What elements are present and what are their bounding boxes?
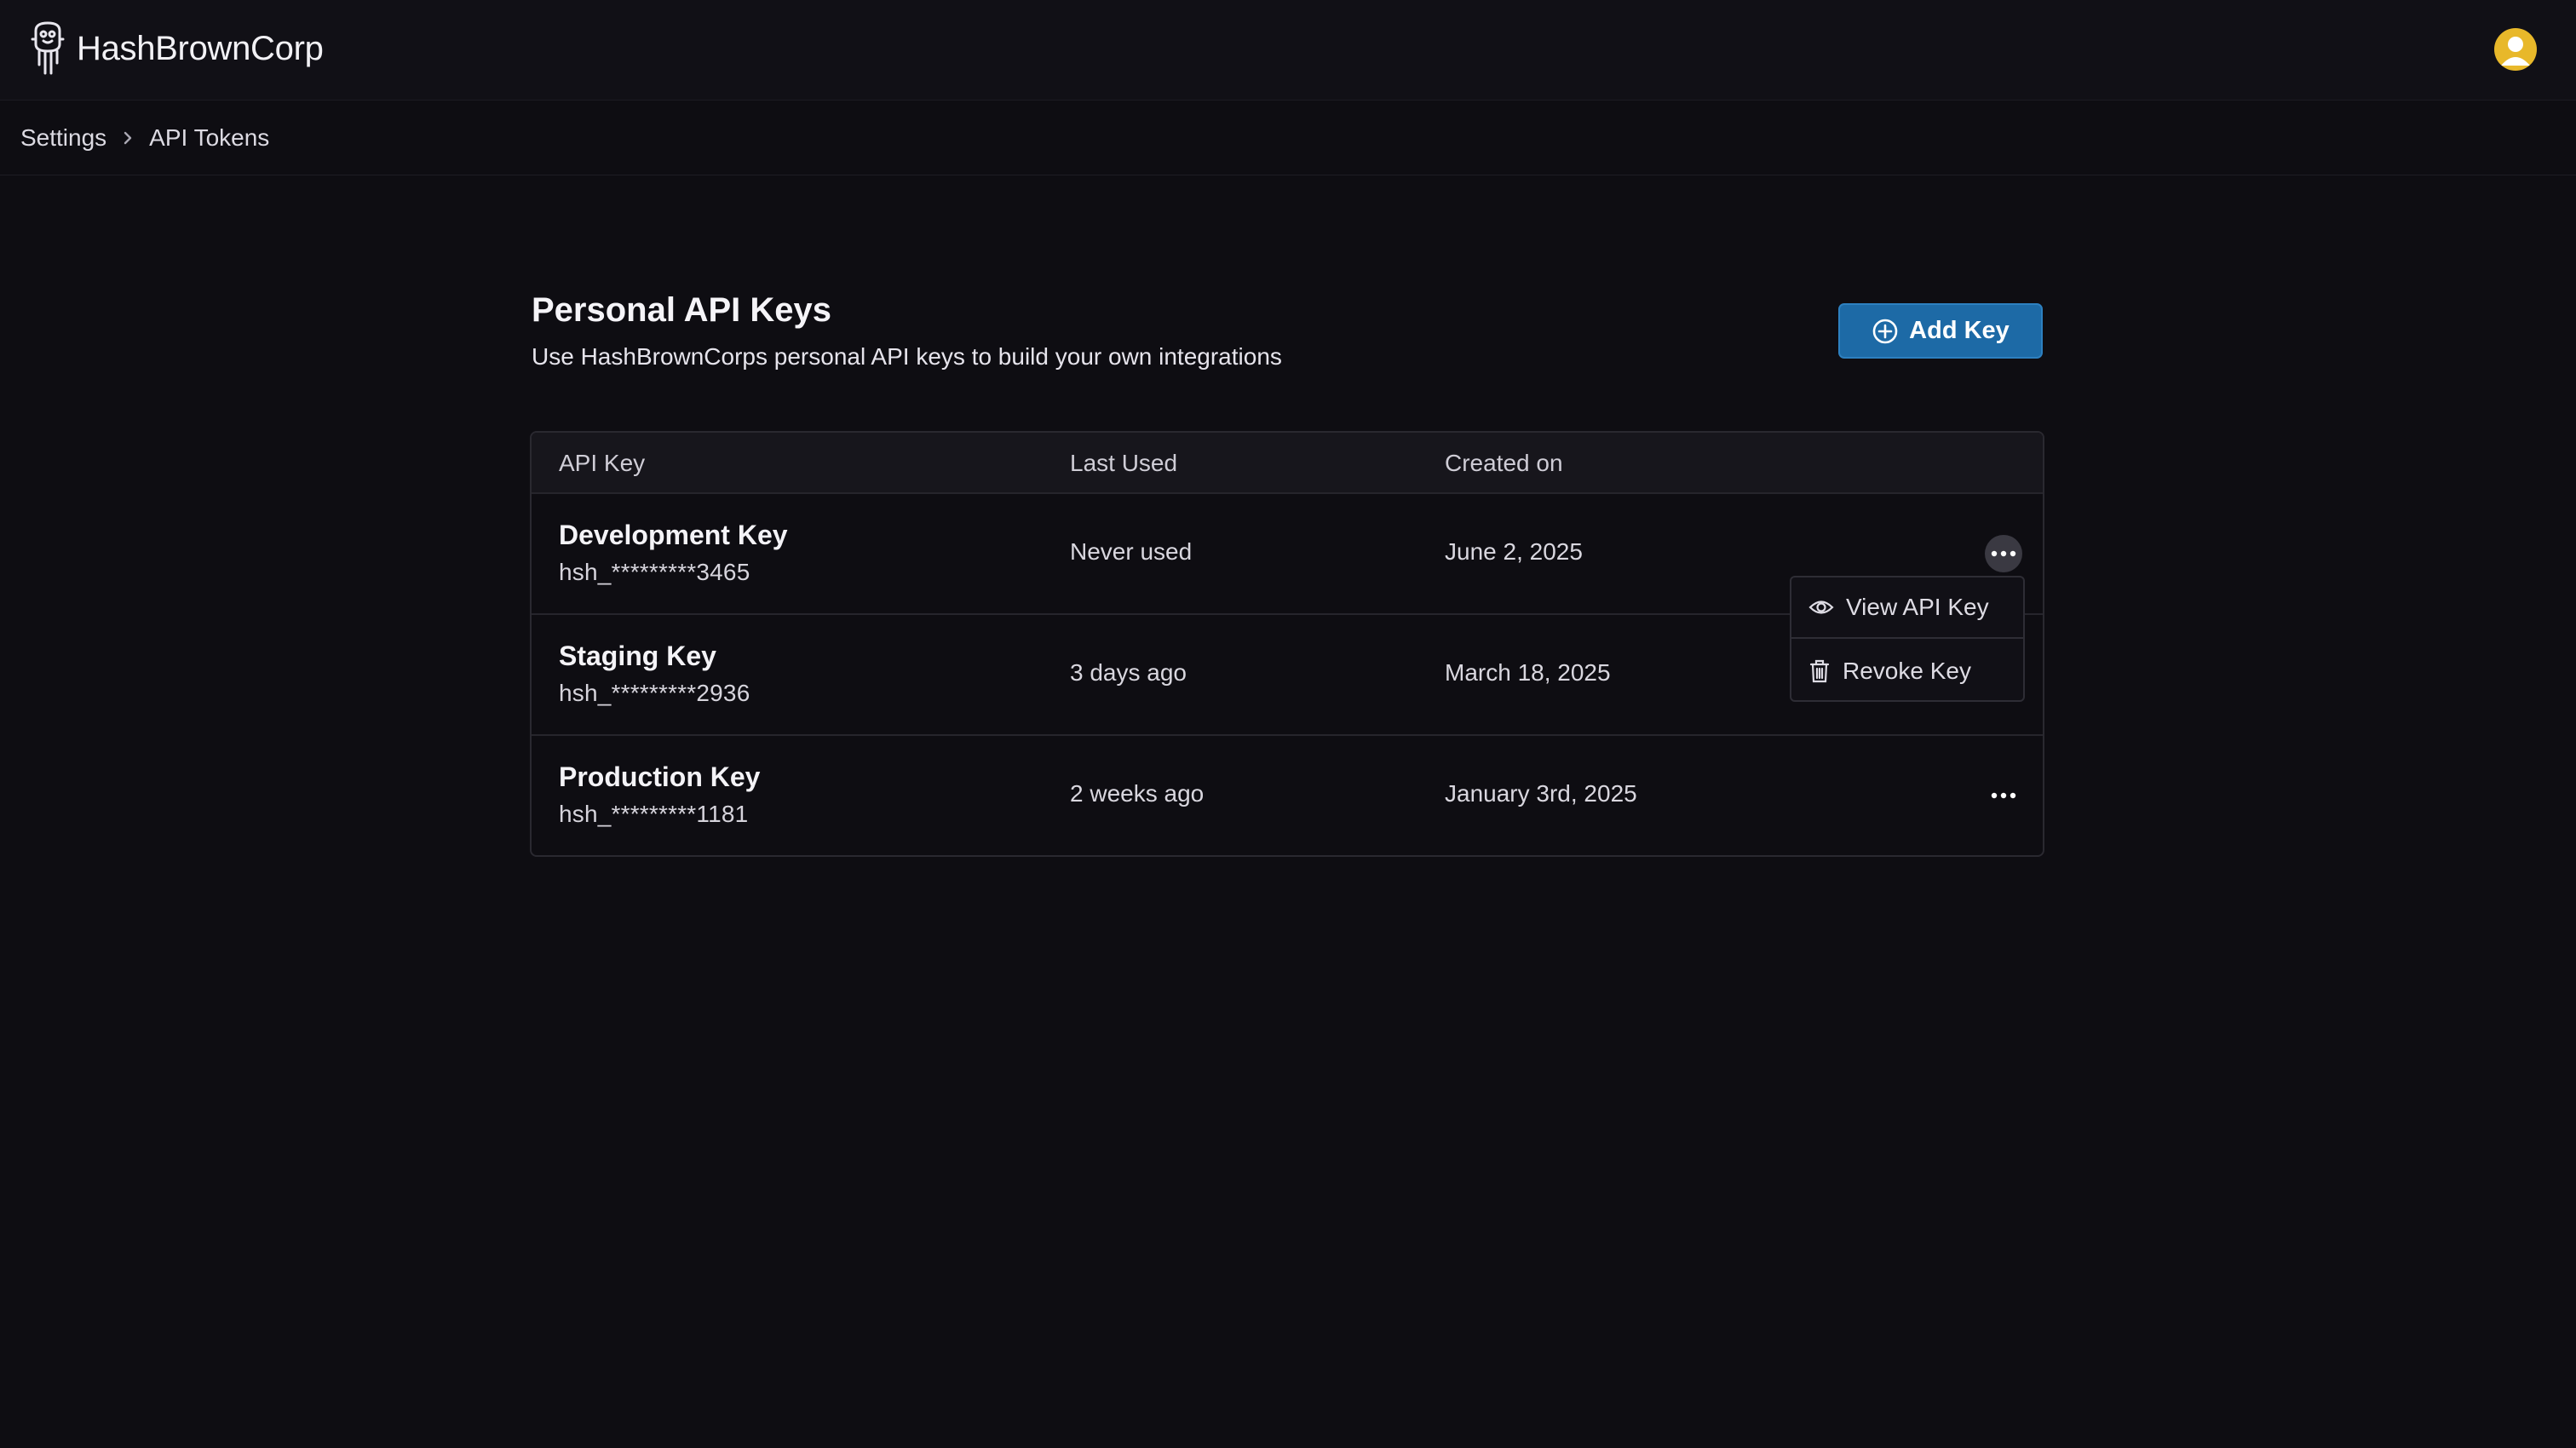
add-key-button[interactable]: Add Key [1838,303,2043,359]
header-last-used: Last Used [1070,450,1178,476]
header-created-on: Created on [1445,450,1563,476]
add-key-label: Add Key [1909,317,2010,344]
key-masked-value: hsh_*********1181 [559,801,749,827]
logo-icon [31,21,65,75]
page-subtitle: Use HashBrownCorps personal API keys to … [532,343,1282,370]
avatar[interactable] [2494,28,2537,71]
trash-icon [1809,659,1830,683]
top-bar: HashBrownCorp [0,0,2576,101]
header-api-key: API Key [559,450,646,476]
more-icon [1991,550,2016,557]
key-masked-value: hsh_*********2936 [559,680,750,706]
key-name: Staging Key [559,641,716,671]
row-actions-button[interactable] [1985,777,2022,814]
key-name: Development Key [559,520,788,550]
created-on: January 3rd, 2025 [1445,780,1637,807]
key-name: Production Key [559,761,761,792]
menu-item-label: View API Key [1846,594,1989,620]
breadcrumb-api-tokens[interactable]: API Tokens [149,124,269,152]
menu-item-revoke-key[interactable]: Revoke Key [1791,641,2023,702]
menu-item-view-api-key[interactable]: View API Key [1791,577,2023,639]
table-header: API Key Last Used Created on [532,433,2043,494]
last-used: Never used [1070,538,1193,565]
breadcrumb-settings[interactable]: Settings [20,124,106,152]
last-used: 2 weeks ago [1070,780,1205,807]
menu-item-label: Revoke Key [1843,658,1971,684]
row-actions-button[interactable] [1985,535,2022,572]
brand-logo[interactable]: HashBrownCorp [29,20,324,77]
brand-name: HashBrownCorp [77,29,324,67]
last-used: 3 days ago [1070,659,1187,686]
row-actions-menu: View API Key Revoke Key [1790,576,2025,702]
more-icon [1991,792,2016,799]
created-on: March 18, 2025 [1445,659,1611,686]
avatar-icon [2501,37,2530,66]
breadcrumb: Settings API Tokens [0,101,2576,175]
page-title: Personal API Keys [532,291,832,329]
created-on: June 2, 2025 [1445,538,1583,565]
eye-icon [1808,600,1834,614]
table-row: Production Key hsh_*********1181 2 weeks… [532,736,2043,857]
key-masked-value: hsh_*********3465 [559,559,750,585]
chevron-right-icon [122,129,134,147]
plus-circle-icon [1872,319,1898,343]
